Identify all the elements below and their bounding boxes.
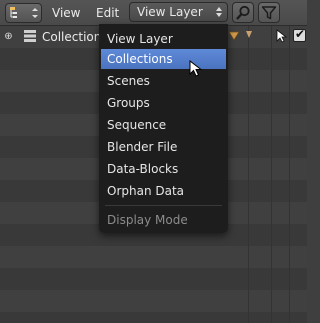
display-mode-value: View Layer xyxy=(137,5,203,19)
dropdown-item-orphan-data[interactable]: Orphan Data xyxy=(101,181,226,201)
display-mode-dropdown: View Layer Collections Scenes Groups Seq… xyxy=(99,24,228,233)
editor-type-button[interactable] xyxy=(5,3,42,23)
dropdown-item-data-blocks[interactable]: Data-Blocks xyxy=(101,159,226,179)
dropdown-item-collections[interactable]: Collections xyxy=(101,49,226,69)
render-restrict-icon[interactable] xyxy=(228,29,240,43)
dropdown-item-scenes[interactable]: Scenes xyxy=(101,71,226,91)
dropdown-item-view-layer[interactable]: View Layer xyxy=(101,29,226,49)
column-divider xyxy=(289,26,290,323)
menu-edit[interactable]: Edit xyxy=(96,6,119,20)
filter-icon xyxy=(261,6,277,20)
cursor-icon[interactable] xyxy=(275,29,287,43)
outliner-icon xyxy=(10,7,38,18)
dropdown-section-title: Display Mode xyxy=(107,213,188,227)
dropdown-item-groups[interactable]: Groups xyxy=(101,93,226,113)
visibility-checkbox[interactable]: ✔ xyxy=(293,27,306,42)
expand-icon[interactable]: ⊕ xyxy=(4,32,13,42)
column-divider xyxy=(248,26,249,323)
dropdown-item-blender-file[interactable]: Blender File xyxy=(101,137,226,157)
filter-button[interactable] xyxy=(258,2,280,23)
chevron-updown-icon xyxy=(216,7,222,17)
dropdown-item-sequence[interactable]: Sequence xyxy=(101,115,226,135)
header-bar: View Edit View Layer xyxy=(0,0,307,26)
select-restrict-icon[interactable] xyxy=(244,29,254,43)
column-divider xyxy=(271,26,272,323)
outliner-editor: ⊕ Collection 1 ✔ View Edit View Layer Vi… xyxy=(0,0,307,323)
search-button[interactable] xyxy=(232,2,254,23)
display-mode-select[interactable]: View Layer xyxy=(129,2,228,22)
dropdown-separator xyxy=(105,205,222,206)
search-icon xyxy=(236,5,250,20)
menu-view[interactable]: View xyxy=(52,6,80,20)
collection-icon xyxy=(24,30,36,42)
mouse-pointer-icon xyxy=(189,60,203,77)
